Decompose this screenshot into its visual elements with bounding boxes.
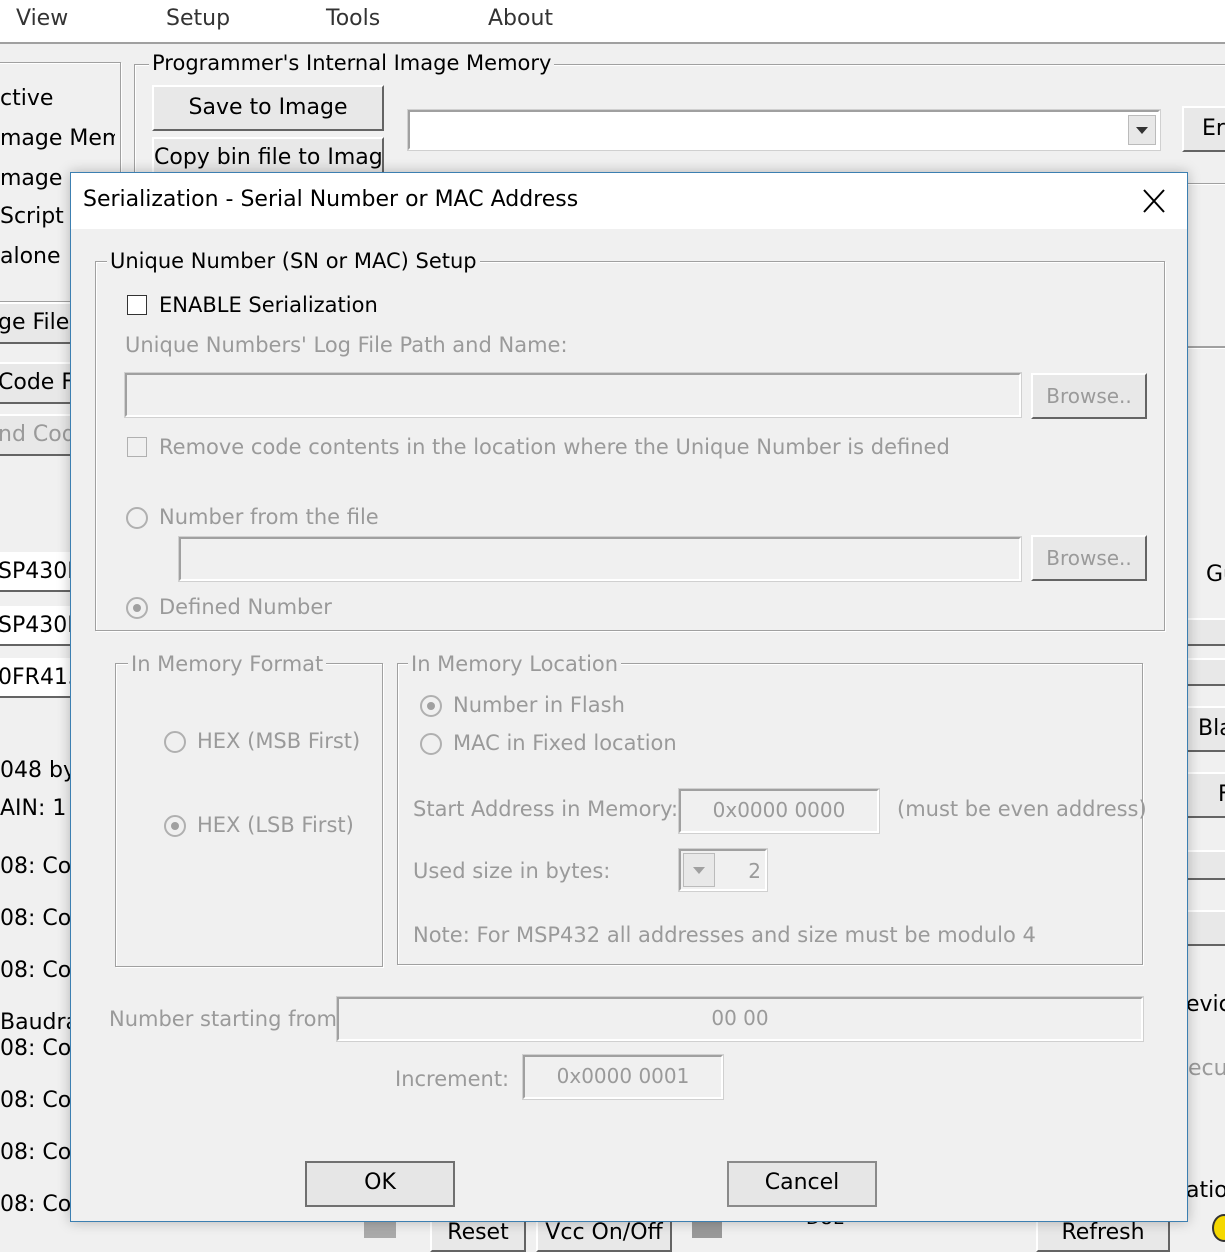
increment-input[interactable]: 0x0000 0001 <box>522 1054 724 1100</box>
hex-msb-label[interactable]: HEX (MSB First) <box>197 729 360 753</box>
start-address-input[interactable]: 0x0000 0000 <box>678 788 880 834</box>
ok-button[interactable]: OK <box>305 1161 455 1207</box>
enable-serialization-label[interactable]: ENABLE Serialization <box>159 293 378 317</box>
enable-serialization-checkbox[interactable] <box>127 295 147 315</box>
erase-button[interactable]: Era <box>1182 106 1225 152</box>
memory-location-group-title: In Memory Location <box>408 652 622 676</box>
defined-number-label[interactable]: Defined Number <box>159 595 332 619</box>
save-to-image-button[interactable]: Save to Image <box>152 85 384 131</box>
left-item-active[interactable]: ctive <box>0 86 70 111</box>
defined-number-radio[interactable] <box>126 597 148 619</box>
hex-msb-radio[interactable] <box>164 731 186 753</box>
number-starting-from-label: Number starting from: <box>109 1007 345 1031</box>
left-main-text: AIN: 1 <box>0 796 67 821</box>
menu-tools[interactable]: Tools <box>326 6 380 31</box>
remove-code-label[interactable]: Remove code contents in the location whe… <box>159 435 950 459</box>
right-device-text: evic <box>1186 992 1225 1017</box>
log-line: 08: Com <box>0 1036 70 1061</box>
log-line: 08: Com <box>0 1140 70 1165</box>
dialog-title: Serialization - Serial Number or MAC Add… <box>83 187 579 212</box>
left-item-standalone[interactable]: alone <box>0 244 70 269</box>
number-in-flash-radio[interactable] <box>420 695 442 717</box>
log-line: 08: Com <box>0 906 70 931</box>
msp432-note: Note: For MSP432 all addresses and size … <box>413 923 1036 947</box>
number-in-flash-label[interactable]: Number in Flash <box>453 693 625 717</box>
number-file-input[interactable] <box>178 536 1022 582</box>
start-address-label: Start Address in Memory: <box>413 797 679 821</box>
used-size-value: 2 <box>748 859 761 883</box>
device-select-2[interactable]: SP430F <box>0 606 74 646</box>
log-line: 08: Com <box>0 1088 70 1113</box>
menu-about[interactable]: About <box>488 6 553 31</box>
left-bytes-text: 048 byte <box>0 758 70 783</box>
dialog-title-bar: Serialization - Serial Number or MAC Add… <box>71 173 1187 229</box>
memory-format-group-title: In Memory Format <box>128 652 327 676</box>
setup-group-title: Unique Number (SN or MAC) Setup <box>107 249 480 273</box>
log-browse-button[interactable]: Browse.. <box>1031 373 1147 419</box>
menu-setup[interactable]: Setup <box>166 6 230 31</box>
log-path-label: Unique Numbers' Log File Path and Name: <box>125 333 568 357</box>
image-select[interactable] <box>407 109 1161 151</box>
number-starting-from-input[interactable]: 00 00 <box>336 996 1144 1042</box>
log-line: Baudrat <box>0 1010 70 1035</box>
code-button[interactable]: nd Code <box>0 414 74 456</box>
bottom-gray-block <box>364 1220 396 1238</box>
chevron-down-icon[interactable] <box>683 853 715 887</box>
number-from-file-label[interactable]: Number from the file <box>159 505 379 529</box>
mac-fixed-label[interactable]: MAC in Fixed location <box>453 731 677 755</box>
left-item-script-file[interactable]: Script Fi <box>0 204 70 229</box>
chevron-down-icon[interactable] <box>1128 115 1156 145</box>
serialization-dialog: Serialization - Serial Number or MAC Add… <box>70 172 1188 1222</box>
image-file-button[interactable]: ge File . <box>0 302 74 344</box>
menu-view[interactable]: View <box>16 6 68 31</box>
right-ation-text: atio <box>1186 1178 1225 1203</box>
used-size-label: Used size in bytes: <box>413 859 611 883</box>
used-size-select[interactable]: 2 <box>678 848 768 892</box>
copy-bin-button[interactable]: Copy bin file to Image <box>152 137 384 177</box>
hex-lsb-radio[interactable] <box>164 815 186 837</box>
right-secu-text: ecu <box>1188 1056 1225 1081</box>
increment-label: Increment: <box>395 1067 510 1091</box>
close-button[interactable] <box>1131 181 1177 221</box>
number-from-file-radio[interactable] <box>126 507 148 529</box>
image-memory-group-title: Programmer's Internal Image Memory <box>149 51 555 75</box>
log-line: 08: Com <box>0 1192 70 1217</box>
left-item-image-mem[interactable]: mage Mem. <box>0 126 115 151</box>
log-path-input[interactable] <box>124 372 1022 418</box>
even-address-note: (must be even address) <box>897 797 1147 821</box>
device-select-1[interactable]: SP430F <box>0 552 74 592</box>
hex-lsb-label[interactable]: HEX (LSB First) <box>197 813 354 837</box>
cancel-button[interactable]: Cancel <box>727 1161 877 1207</box>
code-file-button[interactable]: Code Fil <box>0 362 74 404</box>
menu-bar: View Setup Tools About <box>0 0 1225 44</box>
device-select-3[interactable]: 0FR413 <box>0 658 74 698</box>
close-icon <box>1143 189 1165 213</box>
number-file-browse-button[interactable]: Browse.. <box>1031 535 1147 581</box>
log-line: 08: Com <box>0 958 70 983</box>
log-line: 08: Com <box>0 854 70 879</box>
remove-code-checkbox[interactable] <box>127 437 147 457</box>
mac-fixed-radio[interactable] <box>420 733 442 755</box>
right-gu-text: Gu <box>1206 562 1225 587</box>
left-item-image-file[interactable]: mage Fi <box>0 166 70 191</box>
bottom-gray-block-2 <box>692 1220 722 1238</box>
